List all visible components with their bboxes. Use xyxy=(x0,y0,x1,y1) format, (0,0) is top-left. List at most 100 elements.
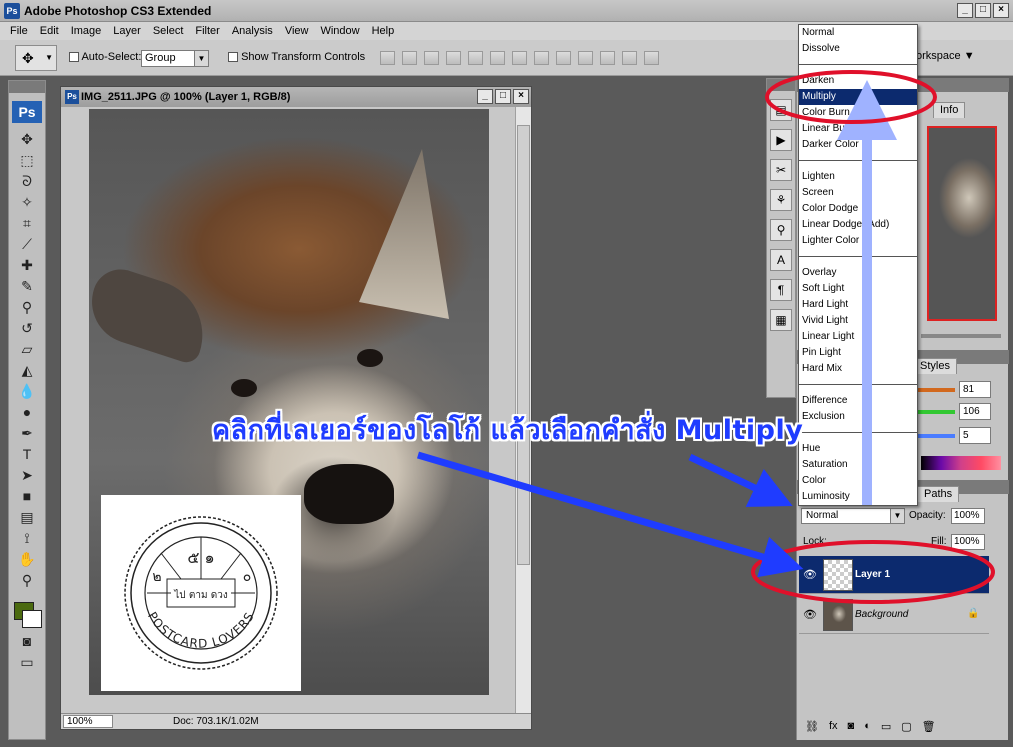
document-title-bar[interactable]: Ps IMG_2511.JPG @ 100% (Layer 1, RGB/8) … xyxy=(61,87,531,107)
blend-option-multiply[interactable]: Multiply xyxy=(799,89,917,105)
menu-edit[interactable]: Edit xyxy=(34,25,65,37)
image-canvas[interactable]: ๕ ๑ ๒ ๐ ไป ตาม ดวง POSTCARD LOVERS xyxy=(89,109,489,695)
auto-select-dropdown[interactable]: Group ▼ xyxy=(141,50,209,67)
lasso-tool-icon[interactable]: ᘐ xyxy=(15,171,39,191)
blend-option-color-burn[interactable]: Color Burn xyxy=(799,105,917,121)
tool-presets-icon[interactable]: ✂ xyxy=(770,159,792,181)
layer-comps-icon[interactable]: ▦ xyxy=(770,309,792,331)
tool-preset-picker[interactable]: ✥ ▼ xyxy=(15,45,57,71)
align-top-icon[interactable] xyxy=(380,51,395,65)
quick-mask-icon[interactable]: ◙ xyxy=(15,631,39,651)
zoom-field[interactable]: 100% xyxy=(63,715,113,728)
blend-option-vivid-light[interactable]: Vivid Light xyxy=(799,313,917,329)
blend-option-linear-light[interactable]: Linear Light xyxy=(799,329,917,345)
blend-option-linear-dodge-add[interactable]: Linear Dodge (Add) xyxy=(799,217,917,233)
magic-wand-icon[interactable]: ✧ xyxy=(15,192,39,212)
blend-option-color[interactable]: Color xyxy=(799,473,917,489)
color-spectrum[interactable] xyxy=(921,456,1001,470)
tab-paths[interactable]: Paths xyxy=(917,486,960,502)
minimize-button[interactable]: _ xyxy=(957,3,973,18)
blend-option-soft-light[interactable]: Soft Light xyxy=(799,281,917,297)
brush-tool-icon[interactable]: ✎ xyxy=(15,276,39,296)
minimize-button[interactable]: _ xyxy=(477,89,493,104)
path-select-icon[interactable]: ➤ xyxy=(15,465,39,485)
blend-option-hard-light[interactable]: Hard Light xyxy=(799,297,917,313)
workspace-button[interactable]: orkspace ▼ xyxy=(916,50,975,62)
visibility-eye-icon[interactable]: 👁 xyxy=(803,568,817,581)
menu-window[interactable]: Window xyxy=(314,25,365,37)
crop-tool-icon[interactable]: ⌗ xyxy=(15,213,39,233)
visibility-eye-icon[interactable]: 👁 xyxy=(803,608,817,621)
blend-option-linear-burn[interactable]: Linear Burn xyxy=(799,121,917,137)
distribute-hcenter-icon[interactable] xyxy=(600,51,615,65)
background-color[interactable] xyxy=(22,610,42,628)
blue-slider-bar[interactable] xyxy=(915,434,955,438)
shape-tool-icon[interactable]: ■ xyxy=(15,486,39,506)
layer-row-layer-1[interactable]: 👁 Layer 1 xyxy=(799,556,989,594)
history-icon[interactable]: ▤ xyxy=(770,99,792,121)
red-value[interactable]: 81 xyxy=(959,381,991,398)
blend-option-lighter-color[interactable]: Lighter Color xyxy=(799,233,917,249)
move-tool-icon[interactable]: ✥ xyxy=(15,129,39,149)
navigator-zoom-slider[interactable] xyxy=(921,334,1001,338)
dock-header[interactable] xyxy=(767,79,795,91)
green-value[interactable]: 106 xyxy=(959,403,991,420)
auto-select-checkbox[interactable] xyxy=(69,52,79,63)
maximize-button[interactable]: □ xyxy=(975,3,991,18)
red-slider-bar[interactable] xyxy=(915,388,955,392)
type-tool-icon[interactable]: T xyxy=(15,444,39,464)
blend-option-screen[interactable]: Screen xyxy=(799,185,917,201)
menu-select[interactable]: Select xyxy=(147,25,190,37)
color-slider-red[interactable]: 81 xyxy=(915,381,1003,399)
blend-option-darker-color[interactable]: Darker Color xyxy=(799,137,917,153)
paint-bucket-icon[interactable]: ◭ xyxy=(15,360,39,380)
notes-tool-icon[interactable]: ▤ xyxy=(15,507,39,527)
tab-styles[interactable]: Styles xyxy=(913,358,957,374)
opacity-field[interactable]: 100% xyxy=(951,508,985,524)
marquee-tool-icon[interactable]: ⬚ xyxy=(15,150,39,170)
menu-analysis[interactable]: Analysis xyxy=(226,25,279,37)
menu-filter[interactable]: Filter xyxy=(189,25,225,37)
dodge-tool-icon[interactable]: ● xyxy=(15,402,39,422)
maximize-button[interactable]: □ xyxy=(495,89,511,104)
clone-source-icon[interactable]: ⚲ xyxy=(770,219,792,241)
blue-value[interactable]: 5 xyxy=(959,427,991,444)
pen-tool-icon[interactable]: ✒ xyxy=(15,423,39,443)
screen-mode-icon[interactable]: ▭ xyxy=(15,652,39,672)
link-layers-icon[interactable]: ⛓ xyxy=(805,720,819,733)
menu-view[interactable]: View xyxy=(279,25,315,37)
distribute-right-icon[interactable] xyxy=(622,51,637,65)
close-button[interactable]: × xyxy=(993,3,1009,18)
show-transform-checkbox[interactable] xyxy=(228,52,238,63)
distribute-vcenter-icon[interactable] xyxy=(534,51,549,65)
trash-icon[interactable]: 🗑 xyxy=(922,720,936,733)
layer-mask-icon[interactable]: ◙ xyxy=(848,720,855,732)
distribute-left-icon[interactable] xyxy=(578,51,593,65)
blend-option-luminosity[interactable]: Luminosity xyxy=(799,489,917,505)
distribute-bottom-icon[interactable] xyxy=(556,51,571,65)
auto-align-icon[interactable] xyxy=(644,51,659,65)
healing-brush-icon[interactable]: ✚ xyxy=(15,255,39,275)
eyedropper-icon[interactable]: ⟟ xyxy=(15,528,39,548)
history-brush-icon[interactable]: ↺ xyxy=(15,318,39,338)
character-icon[interactable]: A xyxy=(770,249,792,271)
blend-option-hue[interactable]: Hue xyxy=(799,441,917,457)
align-left-icon[interactable] xyxy=(446,51,461,65)
navigator-thumbnail[interactable] xyxy=(927,126,997,321)
layer-row-background[interactable]: 👁 Background 🔒 xyxy=(799,596,989,634)
adjustment-layer-icon[interactable]: ◐ xyxy=(864,720,871,732)
menu-image[interactable]: Image xyxy=(65,25,108,37)
show-transform-option[interactable]: Show Transform Controls xyxy=(228,51,365,63)
blend-option-color-dodge[interactable]: Color Dodge xyxy=(799,201,917,217)
align-vcenter-icon[interactable] xyxy=(402,51,417,65)
blend-option-darken[interactable]: Darken xyxy=(799,73,917,89)
blend-option-saturation[interactable]: Saturation xyxy=(799,457,917,473)
blur-tool-icon[interactable]: 💧 xyxy=(15,381,39,401)
ps-logo[interactable]: Ps xyxy=(12,101,42,123)
menu-layer[interactable]: Layer xyxy=(107,25,147,37)
align-hcenter-icon[interactable] xyxy=(468,51,483,65)
hand-tool-icon[interactable]: ✋ xyxy=(15,549,39,569)
clone-stamp-icon[interactable]: ⚲ xyxy=(15,297,39,317)
eraser-tool-icon[interactable]: ▱ xyxy=(15,339,39,359)
align-bottom-icon[interactable] xyxy=(424,51,439,65)
